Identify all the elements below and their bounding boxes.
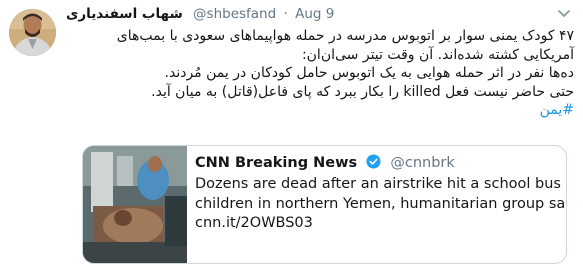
author-name[interactable]: شهاب اسفندیاری [66,6,183,22]
quoted-tweet-text: Dozens are dead after an airstrike hit a… [195,175,567,234]
quoted-tweet-header: CNN Breaking News @cnnbrk [195,152,455,174]
quoted-tweet-card[interactable]: CNN Breaking News @cnnbrk Dozens are dea… [82,145,567,264]
tweet-text: ۴۷ کودک یمنی سوار بر اتوبوس مدرسه در حمل… [66,27,574,120]
avatar-image [9,9,56,56]
chevron-down-icon[interactable] [557,9,571,19]
quoted-text-line: Dozens are dead after an airstrike hit a… [195,176,566,192]
tweet-text-line: ده‌ها نفر در اثر حمله هوایی به یک اتوبوس… [164,65,574,81]
quoted-author-handle[interactable]: @cnnbrk [390,155,454,171]
tweet-text-line: حتی حاضر نیست فعل killed را بکار ببرد که… [151,83,574,100]
quoted-tweet-image [83,146,187,263]
author-handle[interactable]: @shbesfand [193,6,276,22]
avatar[interactable] [9,9,56,56]
verified-badge-icon [366,154,381,169]
quoted-author-name[interactable]: CNN Breaking News [195,155,357,171]
tweet-text-line: آمریکایی کشته شده‌اند. آن وقت تیتر سی‌ان… [301,46,574,63]
tweet-header: شهاب اسفندیاری @shbesfand · Aug 9 [66,6,334,26]
header-separator: · [283,6,288,22]
tweet[interactable]: شهاب اسفندیاری @shbesfand · Aug 9 ۴۷ کود… [0,0,583,275]
tweet-text-line: ۴۷ کودک یمنی سوار بر اتوبوس مدرسه در حمل… [116,28,574,44]
hashtag-link[interactable]: #یمن [66,101,574,120]
quoted-link[interactable]: cnn.it/2OWBS03 [195,214,557,234]
quoted-text-line: children in northern Yemen, humanitarian… [195,195,567,212]
tweet-date[interactable]: Aug 9 [295,6,334,22]
